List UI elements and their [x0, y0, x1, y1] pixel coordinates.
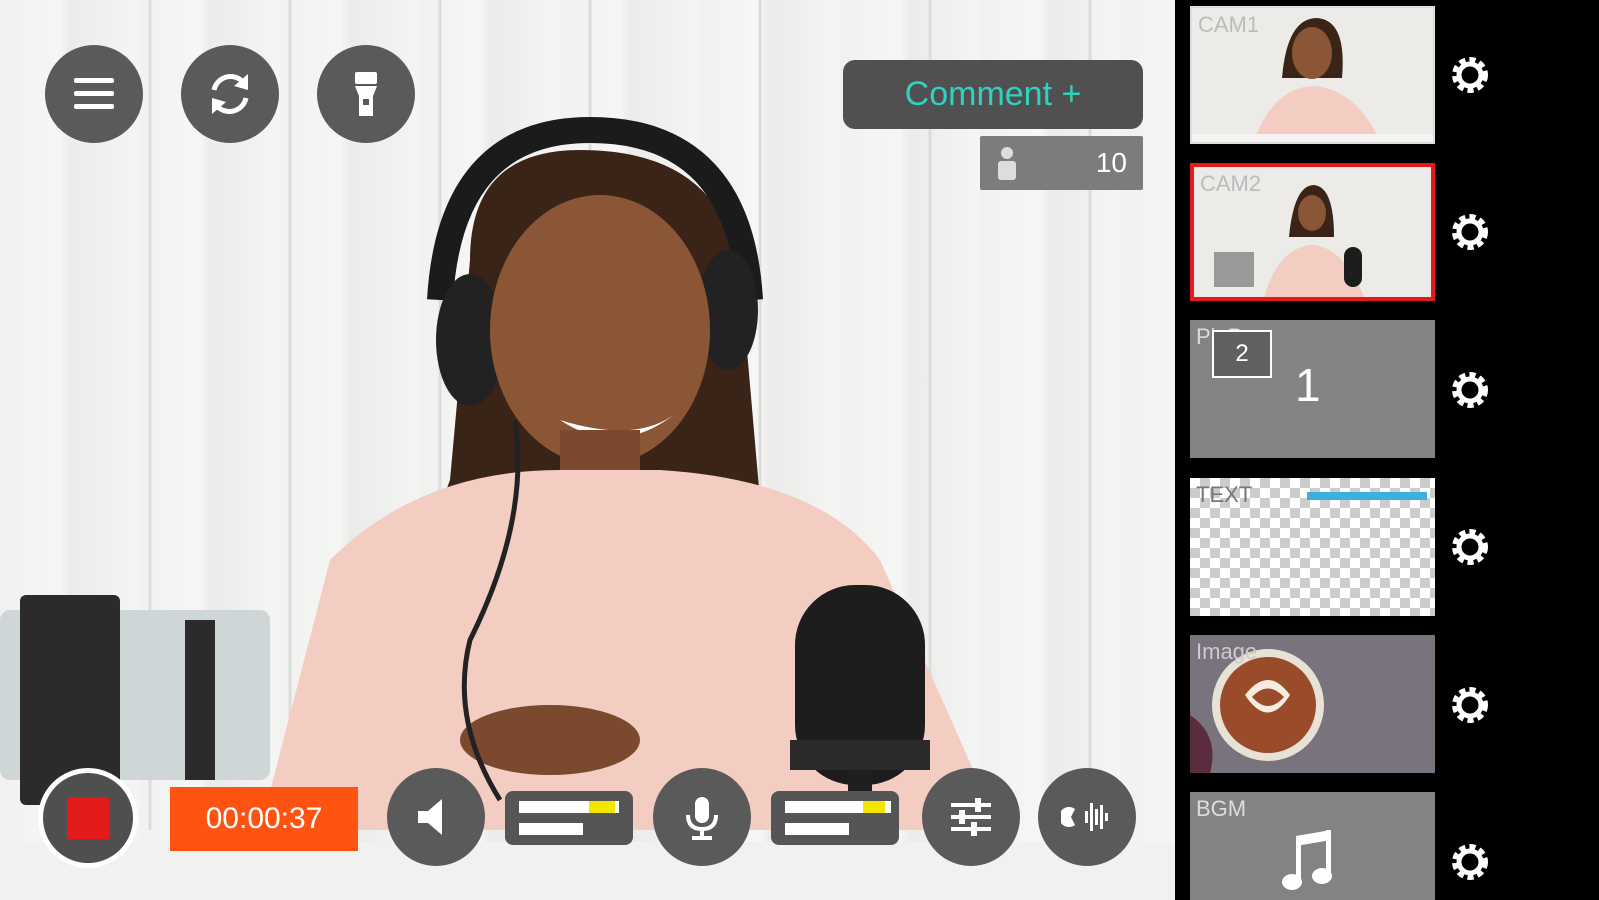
- switch-camera-button[interactable]: [181, 45, 279, 143]
- viewer-count: 10: [980, 136, 1143, 190]
- bgm-gear-icon[interactable]: [1445, 837, 1495, 887]
- speaker-level-bar-2: [519, 823, 583, 835]
- source-bgm[interactable]: BGM: [1190, 792, 1435, 900]
- source-cam2-label: CAM2: [1200, 171, 1262, 196]
- source-image-label: Image: [1196, 639, 1258, 664]
- mic-level-peak: [863, 801, 885, 813]
- microphone-icon: [686, 797, 718, 840]
- text-gear-icon[interactable]: [1445, 522, 1495, 572]
- source-text-label: TEXT: [1196, 482, 1253, 507]
- comment-label: Comment +: [904, 75, 1082, 113]
- stop-icon: [67, 797, 109, 839]
- speaker-level-peak: [589, 801, 615, 813]
- source-image[interactable]: Image: [1190, 635, 1435, 773]
- sliders-icon: [951, 798, 991, 836]
- audio-effect-button[interactable]: [1038, 768, 1136, 866]
- hamburger-menu-icon: [74, 78, 114, 109]
- mic-level-meter[interactable]: [771, 791, 899, 845]
- speaker-icon: [418, 799, 442, 835]
- cam1-gear-icon[interactable]: [1445, 50, 1495, 100]
- speaker-level-meter[interactable]: [505, 791, 633, 845]
- menu-button[interactable]: [45, 45, 143, 143]
- mixer-settings-button[interactable]: [922, 768, 1020, 866]
- source-bgm-label: BGM: [1196, 796, 1247, 821]
- comment-button[interactable]: Comment +: [843, 60, 1143, 129]
- record-button[interactable]: [38, 768, 138, 868]
- cam2-gear-icon[interactable]: [1445, 207, 1495, 257]
- source-text[interactable]: TEXT: [1190, 478, 1435, 616]
- recording-timer: 00:00:37: [170, 787, 358, 851]
- viewer-count-value: 10: [1095, 147, 1127, 178]
- presenter-video: [0, 0, 1175, 900]
- microphone-button[interactable]: [653, 768, 751, 866]
- refresh-icon: [211, 74, 249, 114]
- pinp-sub-number: 2: [1212, 330, 1272, 378]
- source-pinp[interactable]: PinP 2 1: [1190, 320, 1435, 458]
- source-cam1[interactable]: CAM1: [1190, 6, 1435, 144]
- camera-preview: [0, 0, 1175, 900]
- speaker-button[interactable]: [387, 768, 485, 866]
- text-overlay-preview: [1307, 492, 1427, 500]
- image-gear-icon[interactable]: [1445, 680, 1495, 730]
- voice-effect-icon: [1061, 803, 1108, 831]
- pinp-gear-icon[interactable]: [1445, 365, 1495, 415]
- flashlight-icon: [355, 72, 377, 116]
- source-cam2[interactable]: CAM2: [1190, 163, 1435, 301]
- viewer-person-icon: [998, 147, 1016, 180]
- source-cam1-label: CAM1: [1198, 12, 1260, 37]
- music-note-icon: [1282, 830, 1332, 890]
- mic-level-bar-2: [785, 823, 849, 835]
- pinp-main-number: 1: [1295, 359, 1321, 411]
- flashlight-button[interactable]: [317, 45, 415, 143]
